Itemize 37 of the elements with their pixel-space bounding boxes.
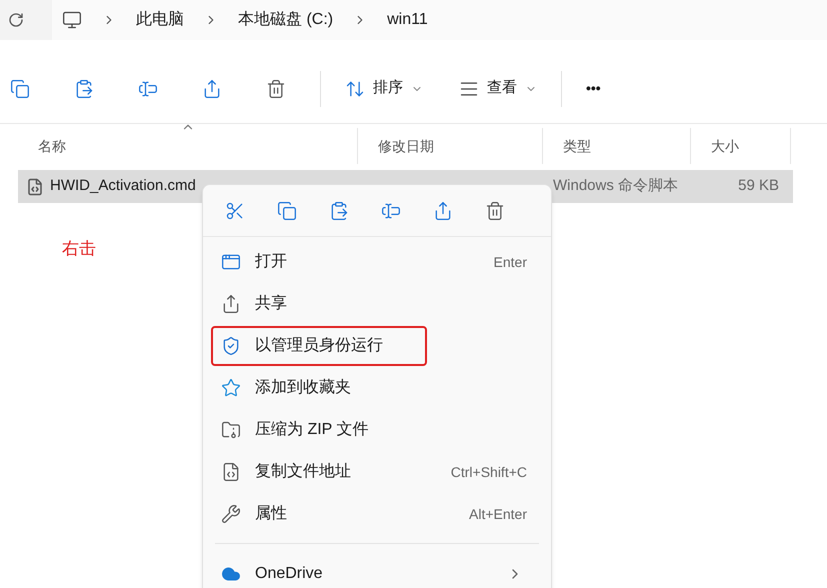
file-size: 59 KB: [737, 176, 780, 196]
breadcrumb-item[interactable]: 此电脑: [136, 8, 184, 32]
wrench-icon: [221, 504, 241, 524]
shortcut-text: Ctrl+Shift+C: [450, 462, 528, 482]
more-button[interactable]: •••: [586, 78, 601, 99]
menu-item[interactable]: 属性 Alt+Enter: [211, 494, 543, 534]
shortcut-text: Enter: [494, 252, 528, 272]
annotation-text: 右击: [62, 238, 96, 260]
refresh-icon[interactable]: [8, 12, 24, 28]
breadcrumb-item[interactable]: 本地磁盘 (C:): [238, 8, 334, 32]
computer-icon: [62, 10, 82, 30]
zip-folder-icon: [221, 420, 241, 440]
address-bar[interactable]: 此电脑 本地磁盘 (C:) win11: [52, 0, 827, 40]
share-icon: [221, 294, 241, 314]
menu-item[interactable]: 共享: [211, 284, 543, 324]
column-header[interactable]: 大小: [691, 128, 791, 164]
column-header[interactable]: 修改日期: [358, 128, 543, 164]
file-name: HWID_Activation.cmd: [50, 176, 196, 196]
menu-item[interactable]: OneDrive: [211, 554, 543, 588]
shortcut-text: Alt+Enter: [469, 504, 528, 524]
script-file-icon: [26, 178, 44, 196]
menu-item[interactable]: 以管理员身份运行: [211, 326, 427, 366]
menu-item[interactable]: 添加到收藏夹: [211, 368, 543, 408]
column-header[interactable]: 名称: [18, 128, 358, 164]
star-icon: [221, 378, 241, 398]
menu-item[interactable]: 压缩为 ZIP 文件: [211, 410, 543, 450]
column-header[interactable]: 类型: [543, 128, 691, 164]
shield-icon: [221, 336, 241, 356]
sort-button[interactable]: 排序: [345, 77, 423, 100]
breadcrumb-item[interactable]: win11: [387, 8, 428, 32]
file-path-icon: [221, 462, 241, 482]
menu-item[interactable]: 复制文件地址 Ctrl+Shift+C: [211, 452, 543, 492]
sort-arrows-icon: [345, 78, 365, 98]
file-type: Windows 命令脚本: [552, 176, 680, 196]
menu-item[interactable]: 打开 Enter: [211, 242, 543, 282]
view-button[interactable]: 查看: [459, 77, 537, 100]
window-icon: [221, 252, 241, 272]
